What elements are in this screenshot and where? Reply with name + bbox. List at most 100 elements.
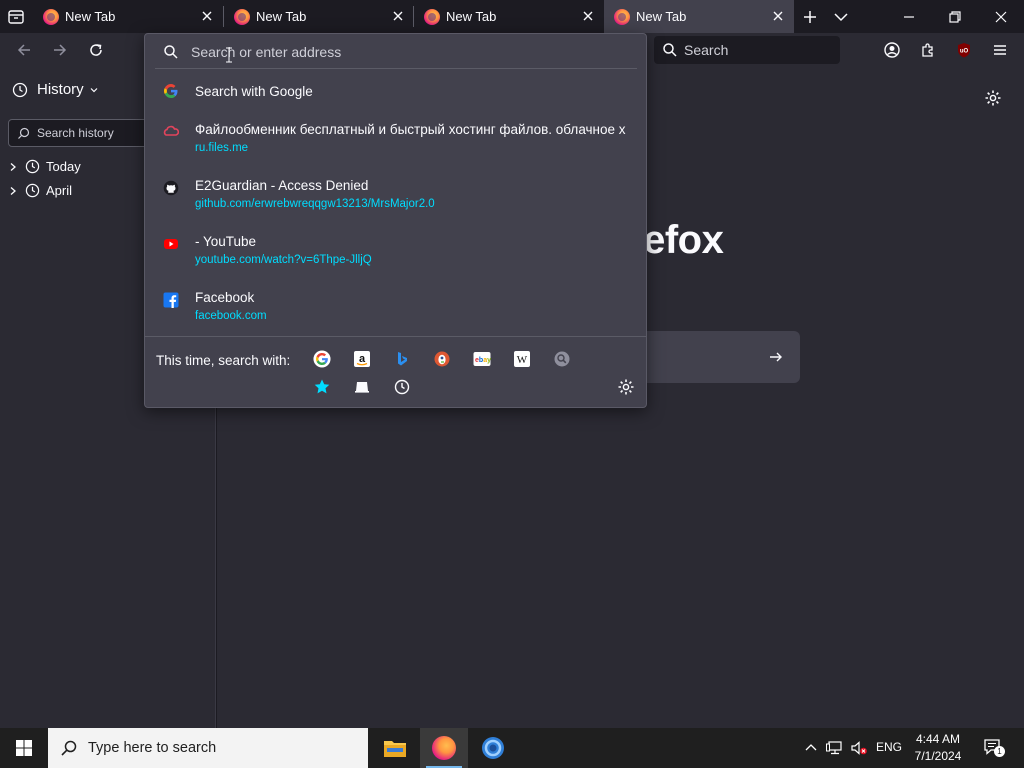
cloud-icon bbox=[163, 124, 179, 140]
page-settings-icon[interactable] bbox=[984, 89, 1002, 107]
arrow-right-icon bbox=[770, 352, 782, 362]
google-icon[interactable] bbox=[313, 350, 331, 368]
suggestion-facebook[interactable]: Facebook facebook.com bbox=[153, 286, 639, 336]
firefox-icon bbox=[614, 8, 630, 25]
reload-icon bbox=[90, 44, 102, 56]
wikipedia-icon[interactable]: W bbox=[513, 350, 531, 368]
app-menu-button[interactable] bbox=[989, 39, 1011, 61]
history-group-april[interactable]: April bbox=[8, 183, 72, 198]
close-icon[interactable] bbox=[199, 8, 215, 24]
svg-text:W: W bbox=[517, 354, 528, 366]
search-icon bbox=[61, 740, 77, 756]
firefox-icon bbox=[43, 8, 59, 25]
notification-center-icon[interactable]: 1 bbox=[983, 738, 1005, 758]
tab-bar: New Tab New Tab New Tab New Tab bbox=[0, 0, 1024, 33]
clock-time: 4:44 AM bbox=[915, 732, 961, 746]
firefox-icon bbox=[424, 8, 440, 25]
close-icon[interactable] bbox=[770, 8, 786, 24]
sidebar-switcher[interactable]: History bbox=[12, 81, 99, 98]
suggestion-github[interactable]: E2Guardian - Access Denied github.com/er… bbox=[153, 174, 639, 224]
windows-taskbar: Type here to search ENG 4:44 AM 7/1/2024… bbox=[0, 728, 1024, 768]
minimize-icon[interactable] bbox=[900, 8, 918, 26]
search-icon bbox=[18, 127, 30, 139]
restore-icon[interactable] bbox=[946, 8, 964, 26]
clock-icon bbox=[25, 159, 40, 174]
reload-button[interactable] bbox=[85, 39, 107, 61]
tab-label: New Tab bbox=[636, 9, 687, 24]
ebay-icon[interactable]: ebay bbox=[473, 350, 491, 368]
input-language-indicator[interactable]: ENG bbox=[876, 740, 902, 754]
folder-icon bbox=[384, 741, 406, 757]
volume-muted-icon[interactable] bbox=[850, 740, 868, 756]
suggestion-title: - YouTube bbox=[195, 234, 257, 249]
tabs-icon[interactable] bbox=[353, 378, 371, 396]
ublock-button[interactable]: uO bbox=[953, 39, 975, 61]
puzzle-icon bbox=[922, 43, 933, 57]
extensions-button[interactable] bbox=[917, 39, 939, 61]
tab-4-active[interactable]: New Tab bbox=[604, 0, 794, 33]
close-icon[interactable] bbox=[390, 8, 406, 24]
address-input[interactable] bbox=[191, 44, 611, 60]
amazon-icon[interactable]: a bbox=[353, 350, 371, 368]
new-tab-icon[interactable] bbox=[801, 8, 819, 26]
back-button[interactable] bbox=[13, 39, 35, 61]
forward-arrow-icon bbox=[54, 44, 67, 56]
youtube-icon bbox=[163, 236, 179, 252]
suggestion-youtube[interactable]: - YouTube youtube.com/watch?v=6Thpe-Jllj… bbox=[153, 230, 639, 280]
bing-icon[interactable] bbox=[393, 350, 411, 368]
suggestion-title: Search with Google bbox=[195, 84, 313, 99]
suggestion-url: github.com/erwrebwreqqgw13213/MrsMajor2.… bbox=[195, 198, 435, 210]
suggestion-search-with-google[interactable]: Search with Google bbox=[153, 79, 639, 107]
window-close-icon[interactable] bbox=[992, 8, 1010, 26]
system-clock[interactable]: 4:44 AM 7/1/2024 bbox=[906, 731, 970, 765]
chevron-right-icon bbox=[10, 186, 16, 195]
history-icon[interactable] bbox=[393, 378, 411, 396]
github-icon bbox=[163, 180, 179, 196]
history-group-label: April bbox=[46, 183, 73, 198]
search-icon bbox=[663, 43, 677, 57]
taskbar-search-box[interactable]: Type here to search bbox=[48, 728, 368, 768]
firefox-icon bbox=[432, 736, 456, 760]
show-hidden-icons-icon[interactable] bbox=[803, 740, 819, 756]
search-settings-icon[interactable] bbox=[617, 378, 635, 396]
tab-label: New Tab bbox=[256, 9, 307, 24]
tab-overview-icon[interactable] bbox=[7, 8, 25, 26]
toolbar-search-box[interactable]: Search bbox=[654, 36, 840, 64]
start-button[interactable] bbox=[0, 728, 48, 768]
notification-count-badge: 1 bbox=[994, 746, 1005, 757]
tab-label: New Tab bbox=[65, 9, 116, 24]
suggestion-title: E2Guardian - Access Denied bbox=[195, 178, 369, 193]
tab-label: New Tab bbox=[446, 9, 497, 24]
search-placeholder: Search bbox=[684, 42, 729, 58]
tab-2[interactable]: New Tab bbox=[224, 0, 414, 33]
clock-icon bbox=[12, 82, 28, 97]
ublock-origin-icon: uO bbox=[958, 43, 970, 58]
history-group-today[interactable]: Today bbox=[8, 159, 81, 174]
suggestion-url: ru.files.me bbox=[195, 142, 249, 154]
account-button[interactable] bbox=[881, 39, 903, 61]
firefox-icon bbox=[234, 8, 250, 25]
sidebar-title: History bbox=[37, 81, 84, 98]
suggestion-files-me[interactable]: Файлообменник бесплатный и быстрый хости… bbox=[153, 118, 639, 168]
search-icon bbox=[164, 45, 178, 59]
forward-button[interactable] bbox=[49, 39, 71, 61]
close-icon[interactable] bbox=[580, 8, 596, 24]
search-engine-icon[interactable] bbox=[553, 350, 571, 368]
suggestion-url: facebook.com bbox=[195, 310, 267, 322]
browser-app[interactable] bbox=[469, 728, 517, 768]
tab-1[interactable]: New Tab bbox=[33, 0, 223, 33]
clock-date: 7/1/2024 bbox=[914, 749, 962, 763]
tab-3[interactable]: New Tab bbox=[414, 0, 604, 33]
urlbar-dropdown: Search with Google Файлообменник бесплат… bbox=[144, 33, 647, 408]
svg-text:ebay: ebay bbox=[475, 357, 491, 364]
browser-icon bbox=[482, 737, 504, 759]
duckduckgo-icon[interactable] bbox=[433, 350, 451, 368]
clock-icon bbox=[25, 183, 40, 198]
hamburger-menu-icon bbox=[994, 45, 1006, 55]
network-icon[interactable] bbox=[826, 740, 844, 756]
windows-logo-icon bbox=[16, 740, 32, 756]
bookmarks-icon[interactable] bbox=[313, 378, 331, 396]
file-explorer-app[interactable] bbox=[371, 728, 419, 768]
list-tabs-icon[interactable] bbox=[832, 8, 850, 26]
firefox-app[interactable] bbox=[420, 728, 468, 768]
